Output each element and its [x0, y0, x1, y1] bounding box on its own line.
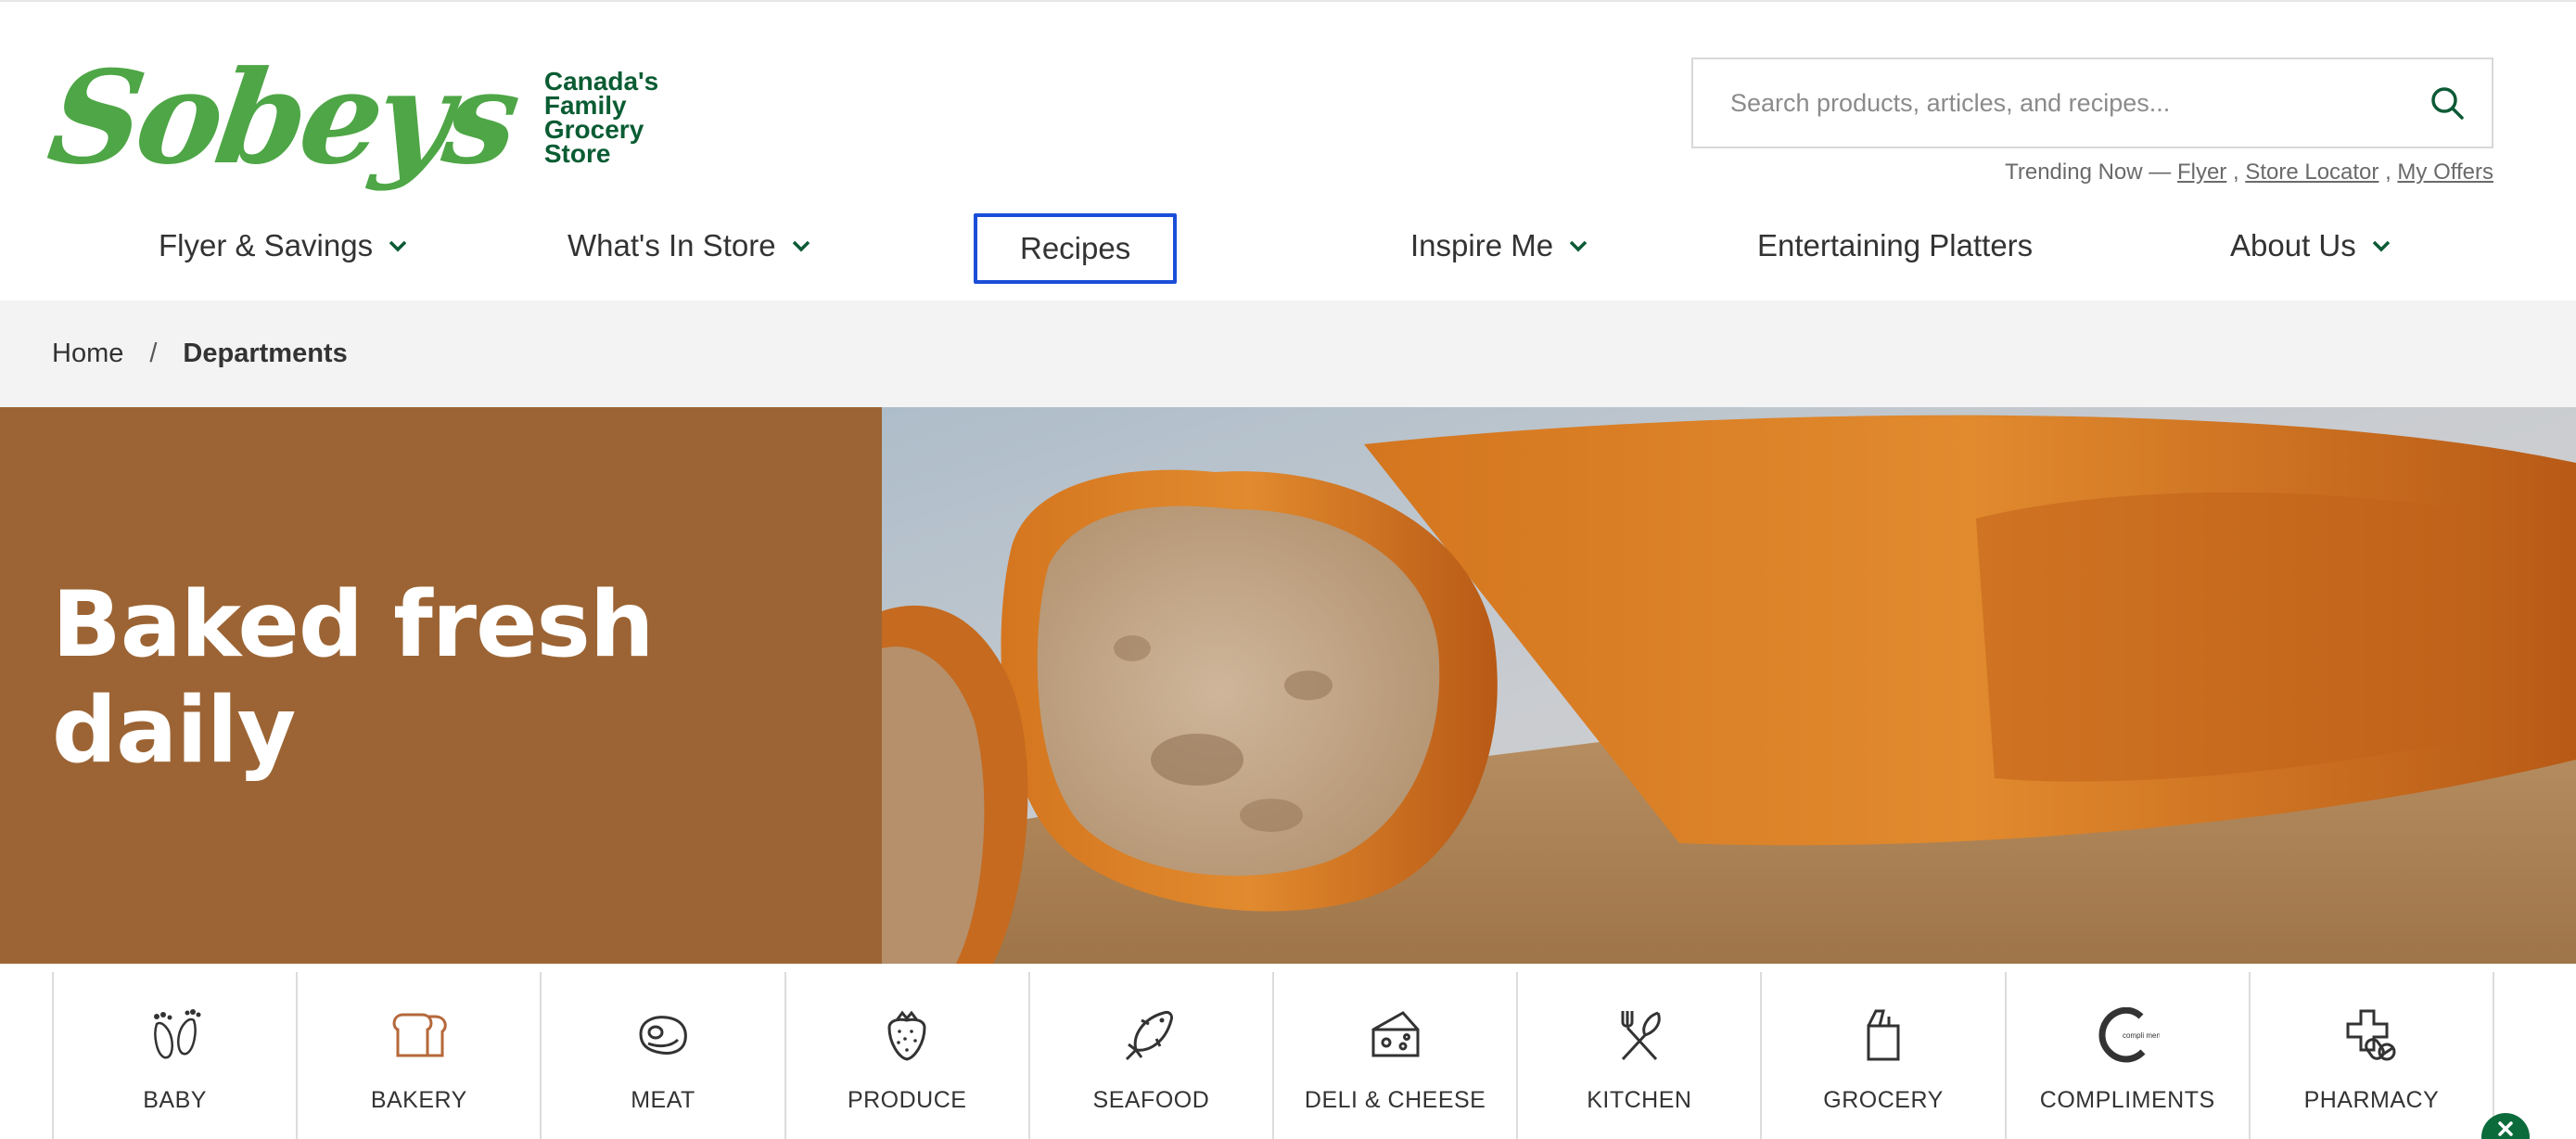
nav-about-us[interactable]: About Us: [2230, 208, 2391, 284]
dept-label: BABY: [143, 1087, 207, 1113]
main-nav: Flyer & Savings What's In Store Recipes …: [0, 208, 2576, 301]
dept-label: PRODUCE: [847, 1087, 967, 1113]
compliments-logo-icon: compli ments: [2095, 998, 2160, 1072]
search-bar: [1691, 58, 2493, 148]
hero-banner: Baked fresh daily: [0, 407, 2576, 964]
trending-link-store-locator[interactable]: Store Locator: [2245, 160, 2378, 185]
fish-icon: [1123, 998, 1179, 1072]
hero-title: Baked fresh daily: [52, 572, 655, 784]
baby-feet-icon: [149, 998, 201, 1072]
hero-panel: Baked fresh daily: [0, 407, 882, 964]
search-input[interactable]: [1693, 59, 2403, 147]
nav-inspire-me[interactable]: Inspire Me: [1410, 208, 1588, 284]
departments-row: BABY BAKERY MEAT PRODUCE SEAFOOD DELI & …: [52, 972, 2495, 1139]
dept-label: SEAFOOD: [1092, 1087, 1210, 1113]
nav-label: Inspire Me: [1410, 228, 1554, 262]
nav-flyer-savings[interactable]: Flyer & Savings: [159, 208, 408, 284]
dept-label: DELI & CHEESE: [1304, 1087, 1486, 1113]
nav-label: About Us: [2230, 228, 2356, 262]
dept-deli-cheese[interactable]: DELI & CHEESE: [1272, 972, 1516, 1139]
dept-meat[interactable]: MEAT: [540, 972, 784, 1139]
trending-now: Trending Now — Flyer , Store Locator , M…: [2005, 160, 2493, 185]
dept-seafood[interactable]: SEAFOOD: [1027, 972, 1272, 1139]
dept-label: BAKERY: [370, 1087, 467, 1113]
trending-link-my-offers[interactable]: My Offers: [2397, 160, 2493, 185]
dept-pharmacy[interactable]: PHARMACY: [2248, 972, 2495, 1139]
nav-entertaining-platters[interactable]: Entertaining Platters: [1757, 208, 2033, 284]
nav-whats-in-store[interactable]: What's In Store: [567, 208, 811, 284]
nav-label: What's In Store: [567, 228, 776, 262]
trending-label: Trending Now —: [2005, 160, 2172, 185]
trending-link-flyer[interactable]: Flyer: [2177, 160, 2226, 185]
chevron-down-icon: [1568, 239, 1588, 252]
logo-tagline: Canada's Family Grocery Store: [543, 67, 659, 168]
compliments-logo-text: compli ments: [2123, 1031, 2160, 1040]
site-header: Sobeys Canada's Family Grocery Store Tre…: [0, 0, 2576, 195]
dept-label: COMPLIMENTS: [2039, 1087, 2215, 1113]
bread-photo: [882, 407, 2576, 964]
search-icon: [2431, 87, 2464, 120]
pharmacy-icon: [2344, 998, 2398, 1072]
dept-bakery[interactable]: BAKERY: [296, 972, 540, 1139]
chevron-down-icon: [791, 239, 811, 252]
dept-label: KITCHEN: [1587, 1087, 1692, 1113]
breadcrumb-home[interactable]: Home: [52, 339, 123, 369]
strawberry-icon: [884, 998, 930, 1072]
logo-wordmark: Sobeys: [40, 42, 524, 193]
sobeys-logo[interactable]: Sobeys Canada's Family Grocery Store: [41, 42, 683, 193]
dept-label: PHARMACY: [2303, 1087, 2440, 1113]
cheese-icon: [1368, 998, 1423, 1072]
utensils-icon: [1613, 998, 1665, 1072]
breadcrumb-current: Departments: [183, 339, 348, 368]
chevron-down-icon: [2371, 239, 2391, 252]
search-button[interactable]: [2403, 59, 2492, 147]
dept-label: GROCERY: [1823, 1087, 1944, 1113]
dept-produce[interactable]: PRODUCE: [784, 972, 1028, 1139]
breadcrumb: Home / Departments: [0, 301, 2576, 407]
dept-baby[interactable]: BABY: [52, 972, 296, 1139]
nav-label: Recipes: [1020, 231, 1131, 265]
dept-kitchen[interactable]: KITCHEN: [1516, 972, 1760, 1139]
bread-icon: [390, 998, 448, 1072]
breadcrumb-separator: /: [149, 339, 158, 368]
nav-recipes[interactable]: Recipes: [974, 213, 1178, 284]
dept-compliments[interactable]: compli ments COMPLIMENTS: [2004, 972, 2249, 1139]
chevron-down-icon: [388, 239, 408, 252]
steak-icon: [635, 998, 691, 1072]
close-icon: [2498, 1121, 2513, 1136]
dept-grocery[interactable]: GROCERY: [1760, 972, 2004, 1139]
nav-label: Entertaining Platters: [1757, 228, 2034, 262]
dept-label: MEAT: [631, 1087, 695, 1113]
nav-label: Flyer & Savings: [159, 228, 374, 262]
grocery-bag-icon: [1863, 998, 1904, 1072]
